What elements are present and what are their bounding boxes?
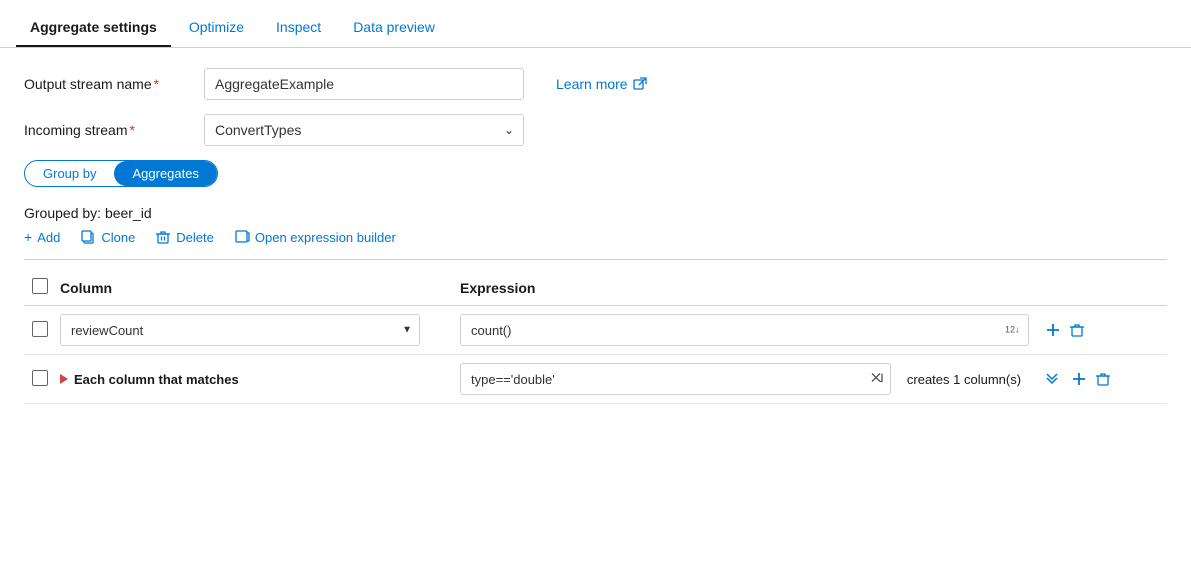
- each-row-checkbox[interactable]: [32, 370, 48, 386]
- add-icon: +: [24, 229, 32, 245]
- each-row-checkbox-cell: [24, 355, 60, 404]
- aggregate-table: Column Expression reviewCount ▼: [24, 270, 1167, 404]
- incoming-stream-row: Incoming stream* ConvertTypes ⌄: [24, 114, 1167, 146]
- each-row-expand-button[interactable]: [1045, 370, 1063, 389]
- expand-triangle-icon: [60, 374, 68, 384]
- incoming-stream-label: Incoming stream*: [24, 122, 204, 138]
- each-row-action-buttons: [1037, 370, 1159, 389]
- aggregates-toggle-button[interactable]: Aggregates: [114, 161, 217, 186]
- tabs-bar: Aggregate settings Optimize Inspect Data…: [0, 0, 1191, 48]
- row1-add-button[interactable]: [1045, 322, 1061, 338]
- row1-column-select[interactable]: reviewCount: [60, 314, 420, 346]
- required-star-incoming: *: [129, 122, 134, 138]
- output-stream-label: Output stream name*: [24, 76, 204, 92]
- group-by-toggle-button[interactable]: Group by: [25, 161, 114, 186]
- tab-inspect[interactable]: Inspect: [262, 11, 335, 47]
- row1-expr-icon-button[interactable]: 12↓: [1005, 322, 1021, 339]
- each-row-input-cell: creates 1 column(s): [460, 355, 1037, 404]
- delete-icon: [155, 229, 171, 245]
- main-content: Output stream name* Learn more Incoming …: [0, 48, 1191, 424]
- row1-column-cell: reviewCount ▼: [60, 306, 460, 355]
- required-star-output: *: [154, 76, 159, 92]
- each-col-clear-button[interactable]: [869, 371, 883, 388]
- delete-button[interactable]: Delete: [155, 229, 214, 245]
- table-row: reviewCount ▼ 12↓: [24, 306, 1167, 355]
- clone-icon: [80, 229, 96, 245]
- each-row-add-button[interactable]: [1071, 371, 1087, 387]
- external-link-icon: [633, 77, 647, 91]
- row1-delete-icon: [1069, 322, 1085, 338]
- each-column-row: Each column that matches: [24, 355, 1167, 404]
- row1-expression-cell: 12↓: [460, 306, 1037, 355]
- column-header: Column: [60, 270, 460, 306]
- expression-header: Expression: [460, 270, 1037, 306]
- each-row-actions-cell: [1037, 355, 1167, 404]
- row1-add-icon: [1045, 322, 1061, 338]
- learn-more-link[interactable]: Learn more: [556, 76, 647, 92]
- grouped-by-label: Grouped by: beer_id: [24, 205, 1167, 221]
- add-button[interactable]: + Add: [24, 229, 60, 245]
- row1-expression-input[interactable]: [460, 314, 1029, 346]
- row1-expr-wrapper: 12↓: [460, 314, 1029, 346]
- creates-column-label: creates 1 column(s): [899, 372, 1029, 387]
- row1-column-select-wrapper: reviewCount ▼: [60, 314, 420, 346]
- row1-actions-cell: [1037, 306, 1167, 355]
- clone-button[interactable]: Clone: [80, 229, 135, 245]
- each-column-label: Each column that matches: [74, 372, 239, 387]
- expand-icon: [1045, 370, 1063, 384]
- each-col-input-wrapper: [460, 363, 891, 395]
- action-bar: + Add Clone Delete Open expressi: [24, 229, 1167, 245]
- table-divider: [24, 259, 1167, 260]
- row1-delete-button[interactable]: [1069, 322, 1085, 338]
- row1-checkbox[interactable]: [32, 321, 48, 337]
- toggle-group: Group by Aggregates: [24, 160, 218, 187]
- expr-format-icon: 12↓: [1005, 322, 1021, 336]
- each-row-add-icon: [1071, 371, 1087, 387]
- svg-text:12↓: 12↓: [1005, 325, 1020, 335]
- header-checkbox-cell: [24, 270, 60, 306]
- each-row-delete-icon: [1095, 371, 1111, 387]
- output-stream-input[interactable]: [204, 68, 524, 100]
- tab-optimize[interactable]: Optimize: [175, 11, 258, 47]
- each-row-delete-button[interactable]: [1095, 371, 1111, 387]
- incoming-stream-select[interactable]: ConvertTypes: [204, 114, 524, 146]
- tab-data-preview[interactable]: Data preview: [339, 11, 449, 47]
- open-expression-builder-button[interactable]: Open expression builder: [234, 229, 396, 245]
- open-expr-icon: [234, 229, 250, 245]
- incoming-stream-select-wrapper: ConvertTypes ⌄: [204, 114, 524, 146]
- clear-icon: [869, 371, 883, 385]
- tab-aggregate-settings[interactable]: Aggregate settings: [16, 11, 171, 47]
- header-checkbox[interactable]: [32, 278, 48, 294]
- each-col-input[interactable]: [460, 363, 891, 395]
- output-stream-row: Output stream name* Learn more: [24, 68, 1167, 100]
- row1-checkbox-cell: [24, 306, 60, 355]
- row1-action-buttons: [1037, 322, 1159, 338]
- each-row-label-cell: Each column that matches: [60, 355, 460, 404]
- table-header-row: Column Expression: [24, 270, 1167, 306]
